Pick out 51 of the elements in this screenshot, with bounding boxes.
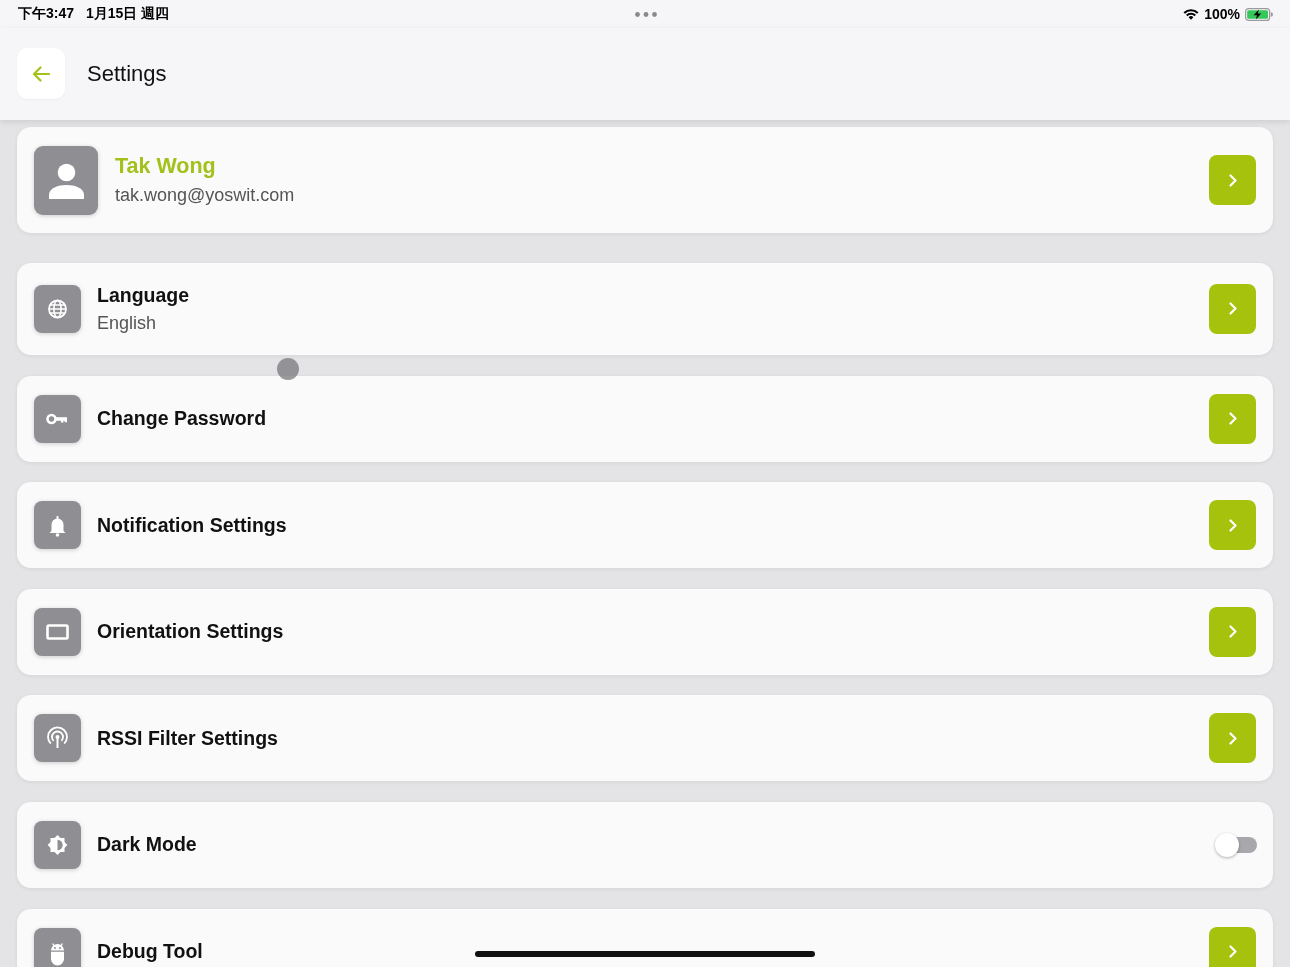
settings-row[interactable]: Notification Settings — [17, 482, 1273, 569]
chevron-right-icon — [1228, 945, 1237, 959]
setting-title: Language — [97, 284, 190, 307]
user-email: tak.wong@yoswit.com — [115, 185, 295, 206]
chevron-button[interactable] — [1209, 393, 1256, 444]
chevron-button[interactable] — [1209, 500, 1256, 551]
back-button[interactable] — [17, 48, 65, 99]
user-name: Tak Wong — [115, 154, 216, 179]
robot-icon — [34, 927, 81, 967]
wifi-icon — [1183, 8, 1200, 20]
page-title: Settings — [87, 60, 167, 87]
profile-card[interactable]: Tak Wong tak.wong@yoswit.com — [17, 127, 1273, 233]
battery-percent: 100% — [1204, 6, 1240, 22]
setting-title: Debug Tool — [97, 940, 203, 964]
chevron-right-icon — [1228, 625, 1237, 639]
settings-row[interactable]: Debug Tool — [17, 908, 1273, 967]
settings-row[interactable]: Change Password — [17, 375, 1273, 462]
antenna-icon — [34, 714, 81, 763]
chevron-button[interactable] — [1209, 284, 1256, 334]
brightness-icon — [34, 820, 81, 869]
chevron-button[interactable] — [1209, 926, 1256, 967]
arrow-left-icon — [32, 65, 50, 82]
status-date: 1月15日 週四 — [86, 5, 170, 23]
chevron-button[interactable] — [1209, 155, 1256, 205]
chevron-right-icon — [1228, 731, 1237, 745]
chevron-right-icon — [1228, 518, 1237, 532]
chevron-button[interactable] — [1209, 713, 1256, 764]
setting-title: Change Password — [97, 407, 267, 431]
settings-row[interactable]: Orientation Settings — [17, 588, 1273, 675]
globe-icon — [34, 285, 81, 333]
avatar-icon — [34, 145, 98, 215]
rectangle-icon — [34, 607, 81, 656]
setting-title: RSSI Filter Settings — [97, 726, 278, 750]
status-time: 下午3:47 — [18, 5, 75, 23]
battery-charging-icon — [1245, 7, 1273, 21]
bell-icon — [34, 501, 81, 550]
setting-title: Dark Mode — [97, 833, 197, 857]
key-icon — [34, 394, 81, 443]
chevron-right-icon — [1228, 173, 1237, 187]
chevron-right-icon — [1228, 302, 1237, 316]
more-dots-icon — [634, 11, 657, 17]
toggle-switch[interactable] — [1215, 832, 1257, 857]
setting-value: English — [97, 313, 157, 334]
settings-row[interactable]: Language English — [17, 263, 1273, 355]
chevron-button[interactable] — [1209, 606, 1256, 657]
setting-title: Notification Settings — [97, 513, 287, 537]
settings-row[interactable]: RSSI Filter Settings — [17, 695, 1273, 782]
setting-title: Orientation Settings — [97, 620, 284, 644]
settings-row[interactable]: Dark Mode — [17, 801, 1273, 888]
cursor-icon — [277, 358, 299, 380]
chevron-right-icon — [1228, 412, 1237, 426]
